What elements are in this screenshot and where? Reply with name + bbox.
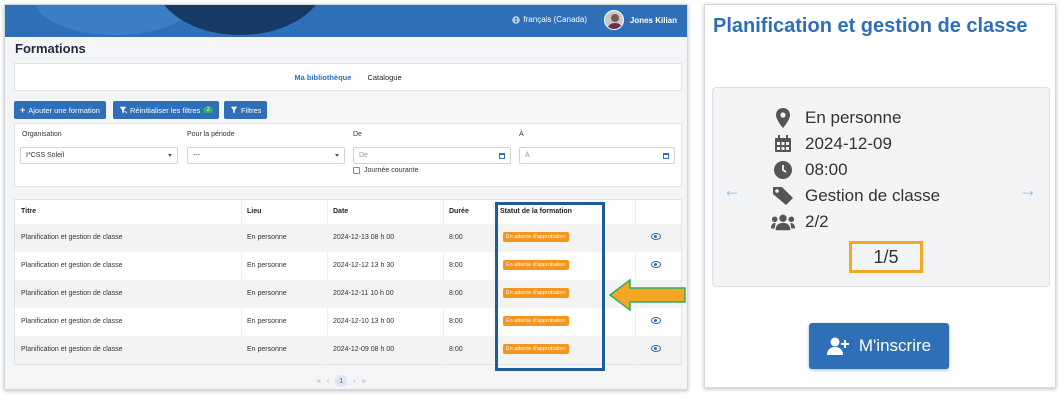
arrow-right-icon[interactable]: → — [1019, 180, 1037, 201]
period-value: --- — [193, 152, 200, 159]
cell-title: Planification et gestion de classe — [21, 234, 123, 241]
cell-duration: 8:00 — [449, 346, 463, 353]
filter-icon — [230, 106, 238, 114]
cell-date: 2024-12-10 13 h 00 — [333, 318, 395, 325]
cell-date: 2024-12-12 13 h 30 — [333, 262, 395, 269]
current-page[interactable]: 1 — [335, 375, 348, 387]
tab-ma-bibliotheque[interactable]: Ma bibliothèque — [294, 73, 351, 82]
annotation-arrow-left-icon — [608, 278, 686, 312]
cell-duration: 8:00 — [449, 262, 463, 269]
cell-title: Planification et gestion de classe — [21, 262, 123, 269]
add-formation-label: Ajouter une formation — [28, 105, 100, 115]
filter-count-badge: 2 — [203, 107, 213, 113]
cell-title: Planification et gestion de classe — [21, 318, 123, 325]
date-text: 2024-12-09 — [805, 134, 892, 153]
cell-title: Planification et gestion de classe — [21, 290, 123, 297]
organisation-value: I*CSS Soleil — [26, 152, 65, 159]
pagination: « ‹ 1 › » — [317, 375, 366, 387]
cell-place: En personne — [247, 262, 287, 269]
calendar-icon — [771, 134, 795, 154]
prev-page-button[interactable]: ‹ — [327, 378, 329, 385]
to-date-placeholder: À — [525, 152, 530, 159]
chevron-down-icon — [168, 154, 172, 157]
from-label: De — [353, 131, 362, 138]
period-label: Pour la période — [187, 131, 235, 138]
filters-label: Filtres — [241, 105, 262, 115]
column-header-title[interactable]: Titre — [21, 208, 36, 215]
register-button[interactable]: M'inscrire — [809, 323, 949, 369]
eye-icon[interactable] — [651, 233, 661, 240]
formation-title: Planification et gestion de classe — [713, 15, 1028, 37]
tab-bar: Ma bibliothèque Catalogue — [14, 63, 682, 91]
session-counter: 1/5 — [849, 241, 923, 273]
register-label: M'inscrire — [858, 336, 932, 355]
clock-icon — [771, 160, 795, 180]
top-bar: français (Canada) Jones Kilian — [5, 5, 687, 37]
reset-filters-button[interactable]: Réinitialiser les filtres 2 — [113, 101, 219, 119]
column-header-duration[interactable]: Durée — [449, 208, 469, 215]
page-title: Formations — [15, 41, 86, 56]
cell-place: En personne — [247, 234, 287, 241]
to-date-input[interactable]: À — [519, 147, 675, 164]
last-page-button[interactable]: » — [362, 378, 366, 385]
calendar-icon[interactable] — [499, 152, 505, 159]
column-header-place[interactable]: Lieu — [247, 208, 261, 215]
eye-icon[interactable] — [651, 317, 661, 324]
filters-button[interactable]: Filtres — [224, 101, 268, 119]
eye-icon[interactable] — [651, 345, 661, 352]
cell-title: Planification et gestion de classe — [21, 346, 123, 353]
cell-date: 2024-12-11 10 h 00 — [333, 290, 394, 297]
cell-duration: 8:00 — [449, 318, 463, 325]
period-select[interactable]: --- — [187, 147, 345, 164]
language-label: français (Canada) — [523, 15, 587, 24]
first-page-button[interactable]: « — [317, 378, 321, 385]
user-menu[interactable]: Jones Kilian — [603, 10, 677, 30]
from-date-input[interactable]: De — [353, 147, 511, 164]
today-label: Journée courante — [364, 167, 419, 174]
users-icon — [771, 212, 795, 232]
to-label: À — [519, 131, 524, 138]
column-header-date[interactable]: Date — [333, 208, 348, 215]
plus-icon: + — [20, 105, 26, 115]
chevron-down-icon — [335, 154, 339, 157]
seats-text: 2/2 — [805, 212, 829, 231]
calendar-icon[interactable] — [663, 152, 669, 159]
avatar — [603, 10, 624, 30]
category-text: Gestion de classe — [805, 186, 941, 205]
language-selector[interactable]: français (Canada) — [512, 15, 587, 24]
organisation-select[interactable]: I*CSS Soleil — [20, 147, 178, 164]
next-page-button[interactable]: › — [353, 378, 355, 385]
cell-duration: 8:00 — [449, 290, 463, 297]
location-text: En personne — [805, 108, 902, 127]
cell-duration: 8:00 — [449, 234, 463, 241]
cell-date: 2024-12-13 08 h 00 — [333, 234, 395, 241]
cell-place: En personne — [247, 318, 287, 325]
user-plus-icon — [826, 337, 849, 355]
from-date-placeholder: De — [359, 152, 368, 159]
cell-place: En personne — [247, 290, 287, 297]
location-pin-icon — [771, 108, 795, 128]
cell-date: 2024-12-09 08 h 00 — [333, 346, 395, 353]
reset-filters-label: Réinitialiser les filtres — [130, 105, 201, 115]
today-checkbox[interactable]: Journée courante — [353, 167, 418, 174]
add-formation-button[interactable]: + Ajouter une formation — [14, 101, 106, 119]
eye-icon[interactable] — [651, 261, 661, 268]
cell-place: En personne — [247, 346, 287, 353]
user-name: Jones Kilian — [629, 15, 677, 25]
organisation-label: Organisation — [22, 131, 62, 138]
formations-screen: français (Canada) Jones Kilian Formation… — [4, 4, 688, 390]
tag-icon — [771, 186, 795, 206]
filter-reset-icon — [119, 106, 127, 114]
status-column-highlight — [495, 202, 605, 371]
time-text: 08:00 — [805, 160, 848, 179]
globe-icon — [512, 15, 521, 24]
tab-catalogue[interactable]: Catalogue — [367, 73, 401, 82]
checkbox-box[interactable] — [353, 167, 360, 174]
formation-detail-screen: Planification et gestion de classe ← → E… — [704, 4, 1056, 388]
session-card: ← → En personne 2024-12-09 08:00 Gestion… — [712, 87, 1050, 287]
arrow-left-icon[interactable]: ← — [723, 180, 741, 201]
